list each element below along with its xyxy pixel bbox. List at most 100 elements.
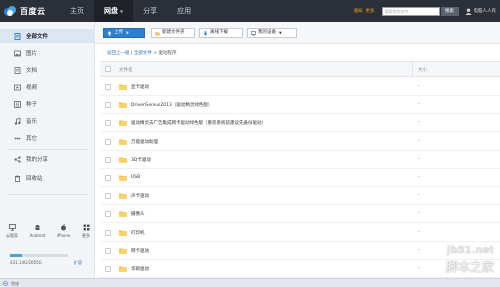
file-name[interactable]: 声卡驱动 [131,193,149,199]
folder-icon [119,175,127,181]
sidebar-item-all-files[interactable]: 全部文件 [0,29,95,43]
search-button[interactable]: 搜索 [440,6,459,16]
share-icon [14,155,21,163]
other-icon [14,135,21,142]
column-size-header[interactable]: 大小 [418,67,427,73]
android-icon [35,225,40,230]
file-name[interactable]: 显卡驱动 [131,84,149,90]
file-name[interactable]: USB [131,175,140,180]
status-text: 完成 [11,280,19,286]
sidebar-item-videos[interactable]: 视频 [0,80,95,94]
file-row[interactable]: 声卡驱动 - [100,187,500,206]
sidebar-item-label: 视频 [26,85,38,91]
breadcrumb-separator: | [130,51,133,56]
more-link[interactable]: 更多 [366,8,375,14]
nav-share[interactable]: 分享 [133,0,167,22]
row-checkbox[interactable] [105,247,111,254]
watermark: jb51.net 脚本之家 [420,245,500,278]
sidebar-divider [8,149,88,150]
file-row[interactable]: USB - [100,169,500,187]
file-name[interactable]: 网卡驱动 [131,248,149,254]
sidebar-item-torrents[interactable]: B 种子 [0,97,95,111]
nav-apps[interactable]: 应用 [167,0,201,22]
storage-quota-fill [10,254,23,257]
file-row[interactable]: 万能驱动助理 - [100,133,500,151]
sidebar-item-images[interactable]: 图片 [0,46,95,60]
row-checkbox[interactable] [105,84,111,90]
device-iphone[interactable]: iPhone [57,224,70,239]
my-devices-button[interactable]: 我的设备 ▼ [247,28,297,38]
breadcrumb-back[interactable]: 返回上一级 [107,51,130,56]
logo-text: 百度云 [20,6,46,16]
file-name[interactable]: 摄像头 [131,211,145,217]
file-row[interactable]: DriverGenius2013（驱动精灵绿色版） - [100,96,500,115]
user-name[interactable]: 电脑人人有 [474,8,497,14]
sidebar-item-other[interactable]: 其它 [0,131,95,145]
device-more[interactable]: 更多 [82,224,90,239]
chevron-down-icon: ▼ [126,31,129,35]
row-checkbox[interactable] [105,211,111,218]
row-checkbox[interactable] [105,266,111,272]
user-icon[interactable] [464,7,472,15]
file-size: - [418,193,420,199]
offline-download-button[interactable]: 离线下载 [199,28,243,38]
sidebar-item-music[interactable]: 音乐 [0,114,95,128]
column-name-header[interactable]: 文件名 [119,67,133,73]
notify-link[interactable]: 通知 [354,8,363,14]
sidebar-item-label: 种子 [26,102,38,108]
row-checkbox[interactable] [105,120,111,127]
file-row[interactable]: 显卡驱动 - [100,78,500,96]
sidebar-item-label: 回收站 [26,176,43,182]
folder-icon [119,102,127,109]
music-icon [14,117,21,125]
row-checkbox[interactable] [105,175,111,181]
sidebar-item-label: 图片 [26,51,38,57]
file-size: - [418,120,420,126]
top-navigation-bar: 百度云 主页 网盘 ▼ 分享 应用 通知 更多 搜索您的文件 搜索 电脑人人有 [0,0,500,22]
nav-netdisk[interactable]: 网盘 ▼ [94,0,134,22]
device-cloud-manager[interactable]: 云管家 [6,224,18,239]
file-row[interactable]: 3D卡驱动 - [100,151,500,169]
new-folder-label: 新建文件夹 [162,30,185,35]
row-checkbox[interactable] [105,193,111,200]
nav-home[interactable]: 主页 [60,0,94,22]
folder-icon [119,139,127,145]
row-checkbox[interactable] [105,156,111,163]
file-row[interactable]: 打印机 - [100,224,500,242]
row-checkbox[interactable] [105,102,111,109]
sidebar-item-documents[interactable]: 文档 [0,63,95,77]
search-input[interactable]: 搜索您的文件 [381,6,440,16]
file-name[interactable]: 万能驱动助理 [131,139,158,145]
svg-text:B: B [16,102,20,108]
breadcrumb-all-files[interactable]: 全部文件 [134,51,152,56]
sidebar-item-my-share[interactable]: 我的分享 [0,152,95,166]
device-android[interactable]: Android [30,224,45,239]
sidebar-item-label: 全部文件 [26,34,49,40]
file-size: - [418,138,420,144]
sidebar: 全部文件 图片 文档 视频 B 种子 音乐 其它 我的分享 回收站 云管家 An… [0,22,95,278]
toolbar: 上传 ▼ 新建文件夹 离线下载 我的设备 ▼ [95,22,500,44]
file-name[interactable]: 驱动精灵去广告集成网卡驱动绿色版（重装系统前建议先备份驱动） [131,120,266,126]
grid-icon [83,224,89,231]
file-size: - [418,175,420,180]
sidebar-item-label: 我的分享 [26,157,49,163]
row-checkbox[interactable] [105,229,111,236]
expand-storage-link[interactable]: 扩容 [74,260,82,266]
file-name[interactable]: 3D卡驱动 [131,157,151,163]
file-name[interactable]: 打印机 [131,230,145,236]
folder-icon [119,266,127,272]
column-separator [412,62,413,78]
file-name[interactable]: 华硕驱动 [131,266,149,272]
upload-button[interactable]: 上传 ▼ [103,28,145,38]
file-row[interactable]: 驱动精灵去广告集成网卡驱动绿色版（重装系统前建议先备份驱动） - [100,114,500,133]
sidebar-item-recycle-bin[interactable]: 回收站 [0,171,95,185]
logo[interactable]: 百度云 [3,3,46,19]
file-row[interactable]: 摄像头 - [100,205,500,224]
select-all-checkbox[interactable] [105,66,111,72]
file-name[interactable]: DriverGenius2013（驱动精灵绿色版） [131,102,212,108]
folder-icon [119,230,127,236]
row-checkbox[interactable] [105,138,111,145]
file-size: - [418,84,420,89]
new-folder-button[interactable]: 新建文件夹 [151,28,195,38]
folder-icon [119,120,127,127]
